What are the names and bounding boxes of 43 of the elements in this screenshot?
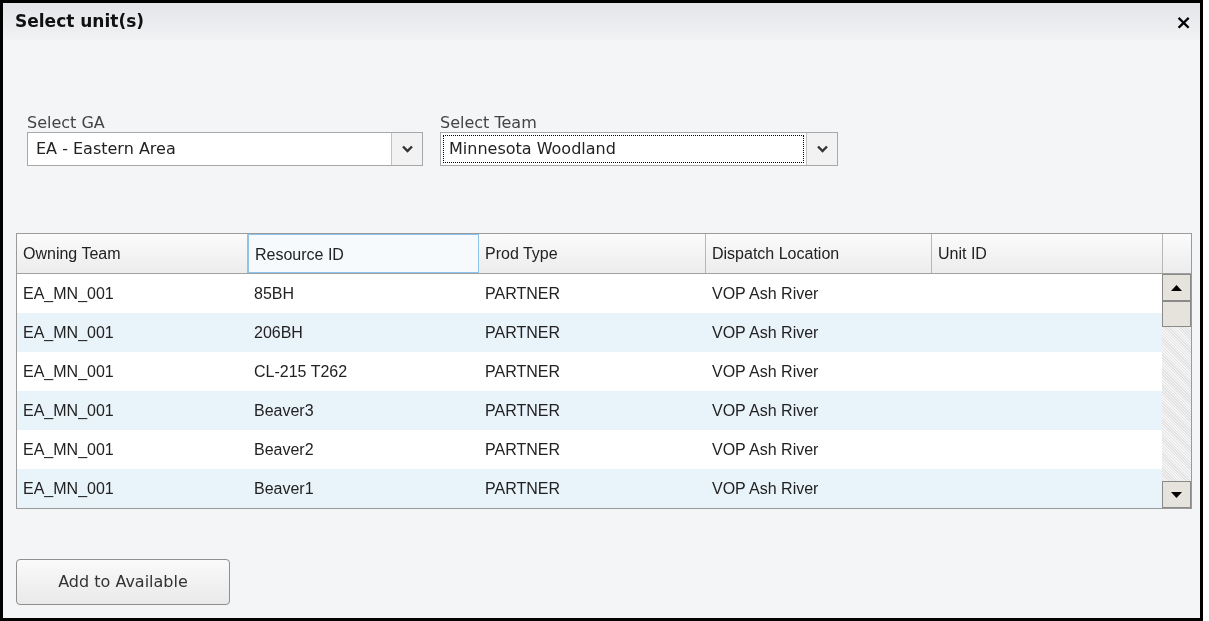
chevron-down-icon	[816, 145, 828, 153]
add-button[interactable]: Add to Available	[16, 559, 230, 605]
table-cell-text: PARTNER	[484, 439, 561, 460]
table-cell-text: PARTNER	[484, 283, 561, 304]
column-header[interactable]: Unit ID	[932, 234, 1163, 273]
close-button[interactable]: ×	[1175, 11, 1192, 32]
table-cell-text: EA_MN_001	[22, 322, 115, 343]
table-cell-text: EA_MN_001	[22, 400, 115, 421]
table-cell-text: EA_MN_001	[22, 283, 115, 304]
table-cell-text: VOP Ash River	[711, 439, 820, 460]
table-cell-text: Beaver2	[253, 439, 315, 460]
down-arrow-icon	[1171, 491, 1182, 498]
table-cell-text: CL-215 T262	[253, 361, 349, 382]
table-cell-text: VOP Ash River	[711, 283, 820, 304]
table-cell-text: EA_MN_001	[22, 361, 115, 382]
table-cell-text: PARTNER	[484, 478, 561, 499]
table-cell-text: EA_MN_001	[22, 478, 115, 499]
table-cell-text: VOP Ash River	[711, 400, 820, 421]
table-cell-text: VOP Ash River	[711, 478, 820, 499]
table-cell-text: PARTNER	[484, 361, 561, 382]
table-cell-text: VOP Ash River	[711, 322, 820, 343]
column-header[interactable]: Prod Type	[479, 234, 706, 273]
table-cell-text: PARTNER	[484, 322, 561, 343]
dropdown[interactable]: Minnesota Woodland	[440, 132, 838, 166]
column-header[interactable]: Resource ID	[248, 234, 479, 273]
dropdown[interactable]: EA - Eastern Area	[27, 132, 423, 166]
column-header[interactable]: Dispatch Location	[706, 234, 932, 273]
table-cell-text: 85BH	[253, 283, 296, 304]
window-title: Select unit(s)	[15, 9, 145, 33]
scrollbar[interactable]	[1162, 274, 1191, 508]
table-cell-text: 206BH	[253, 322, 304, 343]
scroll-up-button[interactable]	[1162, 274, 1191, 301]
up-arrow-icon	[1171, 284, 1182, 291]
field-label: Select GA	[27, 113, 106, 132]
field-label: Select Team	[440, 113, 538, 132]
table-cell-text: PARTNER	[484, 400, 561, 421]
scroll-down-button[interactable]	[1162, 481, 1191, 508]
table-cell-text: EA_MN_001	[22, 439, 115, 460]
table-cell-text: VOP Ash River	[711, 361, 820, 382]
table-cell-text: Beaver1	[253, 478, 315, 499]
chevron-down-icon	[401, 145, 413, 153]
table-cell-text: Beaver3	[253, 400, 315, 421]
scroll-thumb[interactable]	[1162, 301, 1191, 327]
